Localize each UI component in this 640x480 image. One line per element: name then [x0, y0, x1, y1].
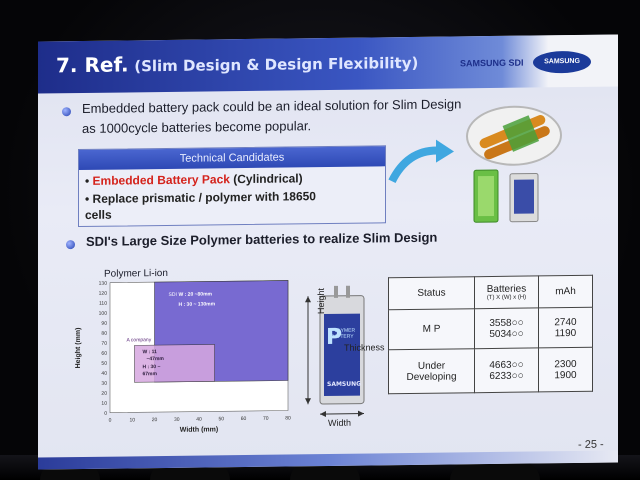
bullet-text-1a: Embedded battery pack could be an ideal … — [82, 96, 462, 117]
battery-thickness-label: Thickness — [344, 342, 385, 353]
status-cell: Under Developing — [388, 348, 475, 394]
x-tick-label: 30 — [174, 417, 180, 423]
battery-spec-table: Status Batteries (T) X (W) x (H) mAh M P… — [388, 274, 593, 395]
candidate-item-1: • Embedded Battery Pack (Cylindrical) — [85, 171, 303, 188]
mah-value: 2740 — [554, 316, 577, 328]
battery-cell-text: POLYMER BATTERY — [331, 327, 356, 340]
header-batteries-sub: (T) X (W) x (H) — [486, 294, 527, 302]
batteries-cell: 3558○○ 5034○○ — [474, 307, 539, 349]
region-label-a-h1: H : 30 ~ — [142, 364, 160, 370]
curved-arrow-icon — [388, 139, 454, 184]
audience-head — [450, 462, 540, 480]
mah-value: 1190 — [554, 327, 577, 339]
battery-width-label: Width — [328, 417, 352, 428]
slide-title-subtitle: (Slim Design & Design Flexibility) — [134, 53, 419, 76]
y-tick-label: 20 — [101, 391, 107, 397]
battery-cells-icon — [479, 115, 550, 160]
y-tick-label: 100 — [99, 311, 108, 317]
x-tick-label: 70 — [263, 416, 269, 422]
mah-cell: 2740 1190 — [538, 307, 593, 348]
candidate-item-1-highlight: Embedded Battery Pack — [92, 172, 230, 188]
batteries-cell: 4663○○ 6233○○ — [474, 347, 539, 393]
y-tick-label: 10 — [101, 401, 107, 407]
mah-cell: 2300 1900 — [538, 347, 593, 392]
region-label-a-h2: 67mm — [142, 371, 157, 377]
battery-packs-image — [473, 169, 539, 223]
battery-model: 6233○○ — [489, 370, 524, 382]
slide-title: 7. Ref. (Slim Design & Design Flexibilit… — [56, 49, 418, 77]
y-tick-label: 80 — [101, 331, 107, 337]
mah-value: 2300 — [554, 358, 577, 370]
header-batteries-label: Batteries — [486, 283, 527, 296]
samsung-logo: SAMSUNG — [533, 50, 591, 74]
bullet-text-2: SDI's Large Size Polymer batteries to re… — [86, 229, 438, 249]
y-axis-label: Height (mm) — [75, 328, 82, 369]
region-label-sdi-h: H : 30 ~ 130mm — [179, 301, 216, 307]
region-label-sdi-name: SDI — [169, 292, 177, 298]
candidate-item-1-rest: (Cylindrical) — [229, 171, 303, 187]
header-mah: mAh — [538, 275, 593, 308]
bullet-icon — [66, 240, 75, 250]
y-tick-label: 90 — [101, 321, 107, 327]
y-tick-label: 130 — [99, 281, 108, 287]
cylindrical-cells-image — [466, 105, 562, 167]
battery-model: 4663○○ — [489, 359, 524, 371]
bullet-icon — [62, 107, 71, 117]
y-tick-label: 0 — [104, 411, 107, 417]
y-tick-label: 110 — [99, 301, 107, 307]
y-tick-label: 40 — [101, 371, 107, 377]
region-label-a-w2: ~47mm — [146, 356, 164, 362]
battery-model: 3558○○ — [489, 317, 524, 329]
battery-model: 5034○○ — [489, 328, 524, 340]
samsung-sdi-brand: SAMSUNG SDI — [460, 57, 524, 69]
y-tick-label: 30 — [101, 381, 107, 387]
x-axis-label: Width (mm) — [180, 426, 218, 433]
battery-brand: SAMSUNG — [327, 381, 361, 388]
x-tick-label: 0 — [109, 418, 112, 424]
status-cell: M P — [388, 308, 475, 350]
y-tick-label: 60 — [101, 351, 107, 357]
title-bar: 7. Ref. (Slim Design & Design Flexibilit… — [38, 34, 618, 94]
status-line: Developing — [406, 370, 457, 383]
candidate-item-2: • Replace prismatic / polymer with 18650 — [85, 189, 316, 206]
table-header-row: Status Batteries (T) X (W) x (H) mAh — [388, 275, 593, 310]
battery-height-label: Height — [316, 288, 326, 315]
slide-title-number: 7. Ref. — [56, 52, 129, 78]
x-tick-label: 40 — [196, 417, 202, 423]
technical-candidates-header: Technical Candidates — [79, 146, 385, 171]
region-label-sdi-w: W : 20 ~80mm — [179, 291, 213, 297]
region-label-a-w1: W : 11 — [142, 349, 157, 355]
y-tick-label: 120 — [99, 291, 108, 297]
page-number: - 25 - — [578, 438, 604, 451]
x-tick-label: 80 — [285, 415, 291, 421]
technical-candidates-box: Technical Candidates • Embedded Battery … — [78, 145, 386, 228]
y-tick-label: 70 — [101, 341, 107, 347]
region-label-a-company: A company — [126, 337, 151, 343]
table-row: Under Developing 4663○○ 6233○○ 2300 1900 — [388, 347, 593, 394]
x-tick-label: 20 — [152, 417, 158, 423]
size-range-chart: SDI W : 20 ~80mm H : 30 ~ 130mm A company W … — [75, 280, 291, 434]
header-batteries: Batteries (T) X (W) x (H) — [474, 275, 539, 309]
x-tick-label: 60 — [241, 416, 247, 422]
mah-value: 1900 — [554, 369, 577, 381]
x-tick-label: 50 — [218, 416, 224, 422]
table-row: M P 3558○○ 5034○○ 2740 1190 — [388, 307, 593, 350]
header-status: Status — [388, 276, 475, 310]
y-tick-label: 50 — [101, 361, 107, 367]
x-tick-label: 10 — [129, 417, 135, 423]
candidate-item-2-line2: cells — [85, 207, 112, 222]
candidate-item-2-line1: Replace prismatic / polymer with 18650 — [92, 189, 316, 206]
presentation-slide: 7. Ref. (Slim Design & Design Flexibilit… — [38, 34, 618, 470]
bullet-text-1b: as 1000cycle batteries become popular. — [82, 118, 312, 137]
